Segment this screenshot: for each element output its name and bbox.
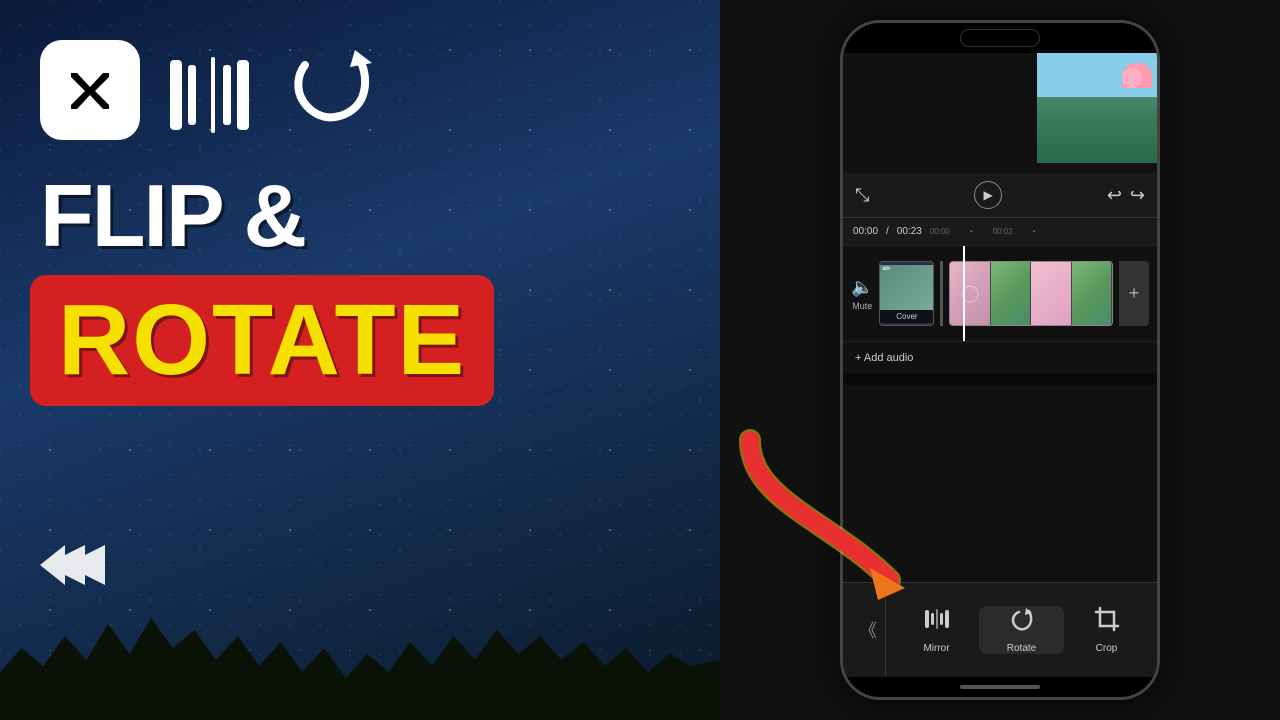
preview-thumbnail (1037, 53, 1157, 163)
rotate-icon (1009, 606, 1035, 638)
crop-tool-button[interactable]: Crop (1064, 606, 1149, 654)
marker-2: 00:02 (993, 227, 1013, 236)
crop-label: Crop (1096, 643, 1118, 654)
video-strip[interactable] (949, 261, 1113, 326)
add-audio-row[interactable]: + Add audio (843, 341, 1157, 373)
marker-1: 00:00 (930, 227, 950, 236)
clip-thumb-3 (1031, 262, 1071, 325)
clip-separator (940, 261, 943, 326)
phone-screen: ⤡ ▶ ↩ ↪ 00:00 / 00:23 00:00 • 00:02 • (843, 53, 1157, 673)
rotate-icon-graphic (290, 45, 380, 138)
play-icon: ▶ (983, 188, 992, 202)
clip-thumb-1 (950, 262, 990, 325)
video-preview (843, 53, 1157, 173)
flip-and-text: FLIP & (40, 165, 305, 267)
mute-button[interactable]: 🔈 Mute (851, 277, 873, 311)
rotate-label: Rotate (1007, 643, 1036, 654)
undo-redo-group: ↩ ↪ (1107, 185, 1145, 206)
phone-mockup: ⤡ ▶ ↩ ↪ 00:00 / 00:23 00:00 • 00:02 • (840, 20, 1160, 700)
play-button[interactable]: ▶ (974, 181, 1002, 209)
rotate-banner: ROTATE (30, 275, 494, 406)
home-indicator (843, 677, 1157, 697)
add-clip-button[interactable]: + (1119, 261, 1149, 326)
mute-icon: 🔈 (851, 277, 873, 298)
section-spacer (843, 373, 1157, 385)
time-separator: / (886, 226, 889, 237)
cover-label: Cover (880, 310, 933, 323)
tools-row: 《 Mirror (843, 583, 1157, 677)
current-time: 00:00 (853, 226, 878, 237)
fullscreen-icon[interactable]: ⤡ (855, 185, 869, 206)
cover-image: ✏ (880, 265, 933, 310)
crop-icon (1094, 606, 1120, 638)
redo-icon[interactable]: ↪ (1130, 185, 1145, 206)
back-icon: 《 (859, 617, 877, 643)
marker-dot-2: • (1033, 227, 1036, 236)
rotate-tool-button[interactable]: Rotate (979, 606, 1064, 654)
back-button[interactable]: 《 (851, 583, 886, 677)
timeline-ruler: 00:00 / 00:23 00:00 • 00:02 • (843, 218, 1157, 246)
cover-clip[interactable]: ✏ Cover (879, 261, 934, 326)
chevron-arrows (40, 540, 160, 590)
mirror-label: Mirror (923, 643, 949, 654)
left-panel: FLIP & ROTATE (0, 0, 720, 720)
flip-icon-graphic (165, 55, 265, 135)
timeline-markers: 00:00 • 00:02 • (930, 227, 1147, 236)
mirror-icon (924, 606, 950, 638)
rotate-text: ROTATE (58, 283, 466, 398)
phone-notch (843, 23, 1157, 53)
capcut-logo-box (40, 40, 140, 140)
home-bar (960, 685, 1040, 689)
preview-content (1037, 53, 1157, 163)
total-time: 00:23 (897, 226, 922, 237)
mute-label: Mute (852, 301, 872, 311)
right-panel: ⤡ ▶ ↩ ↪ 00:00 / 00:23 00:00 • 00:02 • (720, 0, 1280, 720)
marker-dot-1: • (970, 227, 973, 236)
editor-toolbar: ⤡ ▶ ↩ ↪ (843, 173, 1157, 218)
add-audio-text: + Add audio (855, 352, 913, 364)
undo-icon[interactable]: ↩ (1107, 185, 1122, 206)
clips-area: 🔈 Mute ✏ Cover (843, 246, 1157, 341)
clip-thumb-2 (991, 262, 1031, 325)
add-icon: + (1129, 283, 1140, 304)
capcut-logo-icon (55, 55, 125, 125)
mirror-tool-button[interactable]: Mirror (894, 606, 979, 654)
clip-thumb-4 (1072, 262, 1112, 325)
bottom-toolbar: 《 Mirror (843, 582, 1157, 697)
playhead (963, 246, 965, 341)
dynamic-island (960, 29, 1040, 47)
